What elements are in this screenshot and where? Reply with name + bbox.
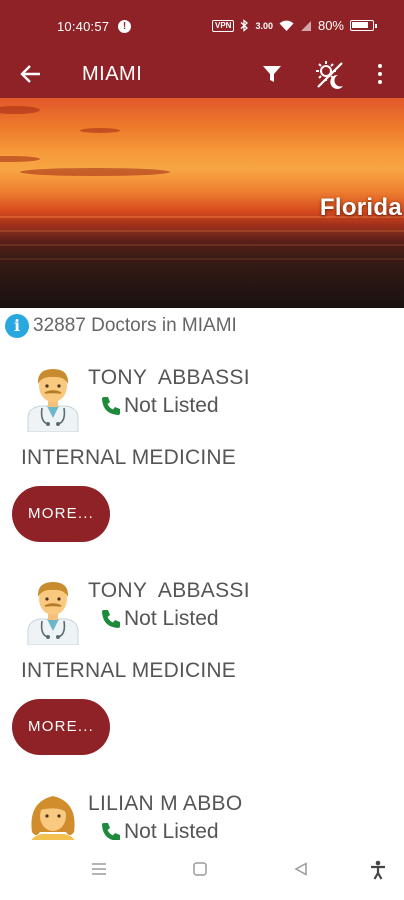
network-speed: 3.00 xyxy=(255,20,273,31)
more-button[interactable]: MORE... xyxy=(12,699,110,755)
sea-wave xyxy=(0,244,404,246)
filter-icon[interactable] xyxy=(262,64,282,89)
phone-icon xyxy=(102,610,120,628)
wifi-icon xyxy=(279,20,294,31)
sunset-cloud xyxy=(0,106,40,114)
page-title: MIAMI xyxy=(82,63,143,85)
signal-icon xyxy=(300,20,311,31)
more-vert-icon[interactable] xyxy=(372,62,388,86)
status-time: 10:40:57 xyxy=(57,19,110,34)
phone-text: Not Listed xyxy=(124,820,219,840)
doctor-count-text: 32887 Doctors in MIAMI xyxy=(33,315,237,336)
doctor-name: TONY ABBASSI xyxy=(88,579,250,602)
phone-row: Not Listed xyxy=(100,394,219,418)
male-doctor-avatar xyxy=(22,366,84,433)
list-item[interactable]: TONY ABBASSI Not Listed INTERNAL MEDICIN… xyxy=(0,366,404,576)
recent-apps-button[interactable] xyxy=(91,862,107,881)
phone-icon xyxy=(102,823,120,840)
info-icon: i xyxy=(5,314,29,338)
square-icon xyxy=(193,862,207,876)
sea-wave xyxy=(0,230,404,232)
phone-text: Not Listed xyxy=(124,394,219,417)
accessibility-button[interactable] xyxy=(370,860,386,885)
doctor-name: TONY ABBASSI xyxy=(88,366,250,389)
system-nav-bar xyxy=(0,840,404,900)
back-button[interactable] xyxy=(294,862,308,881)
male-doctor-avatar xyxy=(22,579,84,646)
phone-row: Not Listed xyxy=(100,820,219,840)
doctor-count-row: i 32887 Doctors in MIAMI xyxy=(5,312,237,340)
notification-icon: ! xyxy=(118,20,131,33)
status-icons: VPN 3.00 80% xyxy=(211,18,377,33)
phone-row: Not Listed xyxy=(100,607,219,631)
day-night-icon[interactable] xyxy=(314,59,346,96)
specialty: INTERNAL MEDICINE xyxy=(21,659,236,682)
triangle-back-icon xyxy=(294,862,307,876)
sea-wave xyxy=(0,258,404,260)
battery-icon xyxy=(350,20,377,31)
accessibility-icon xyxy=(371,860,385,880)
hero-label: Florida xyxy=(319,194,402,221)
sunset-cloud xyxy=(0,156,40,162)
phone-icon xyxy=(102,397,120,415)
doctor-name: LILIAN M ABBO xyxy=(88,792,243,815)
menu-icon xyxy=(92,863,106,875)
specialty: INTERNAL MEDICINE xyxy=(21,446,236,469)
more-button[interactable]: MORE... xyxy=(12,486,110,542)
app-bar: MIAMI xyxy=(0,52,404,98)
sunset-cloud xyxy=(20,168,170,176)
bluetooth-icon xyxy=(240,19,249,32)
status-bar: 10:40:57 ! VPN 3.00 80% xyxy=(0,0,404,52)
hero-image: Florida xyxy=(0,98,404,308)
arrow-left-icon[interactable] xyxy=(20,60,46,88)
female-avatar xyxy=(22,792,84,840)
vpn-icon: VPN xyxy=(211,19,235,32)
list-item[interactable]: TONY ABBASSI Not Listed INTERNAL MEDICIN… xyxy=(0,579,404,789)
battery-percent: 80% xyxy=(317,18,344,33)
list-item[interactable]: LILIAN M ABBO Not Listed xyxy=(0,792,404,840)
sunset-cloud xyxy=(80,128,120,133)
home-button[interactable] xyxy=(193,862,207,881)
phone-text: Not Listed xyxy=(124,607,219,630)
